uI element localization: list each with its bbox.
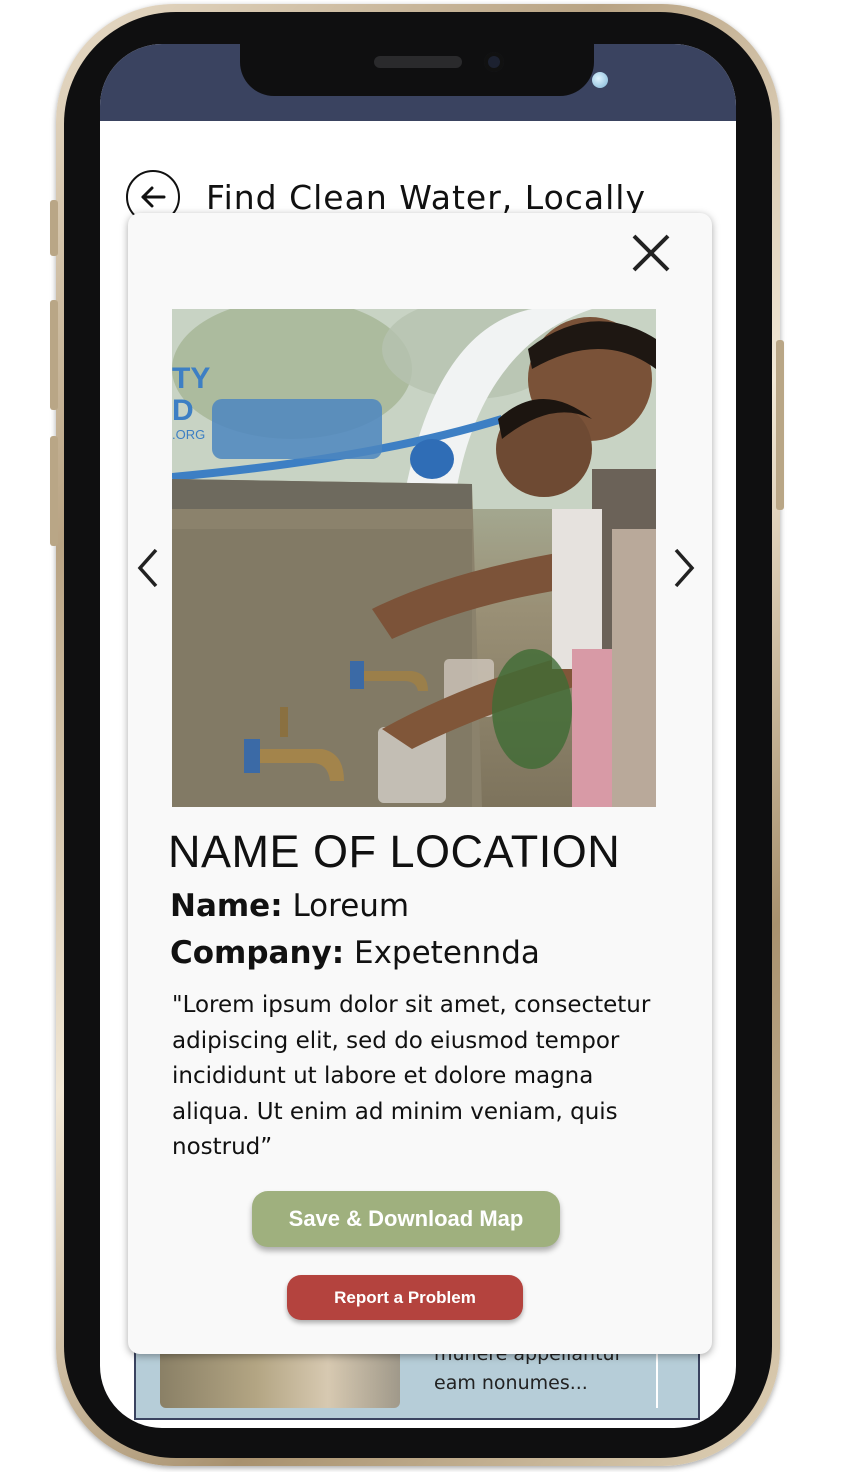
location-company-row: Company: Expetennda [170, 935, 540, 971]
watermark-line-1: TY [172, 362, 211, 395]
phone-power-button [776, 340, 784, 510]
phone-volume-up [50, 300, 58, 410]
front-camera-icon [484, 52, 504, 72]
list-card-divider [656, 1346, 658, 1408]
location-description: "Lorem ipsum dolor sit amet, consectetur… [172, 992, 651, 1160]
phone-volume-down [50, 436, 58, 546]
report-problem-button[interactable]: Report a Problem [287, 1275, 523, 1320]
watermark-line-3: .ORG [172, 427, 206, 442]
chevron-left-icon[interactable] [132, 546, 162, 590]
phone-side-button [50, 200, 58, 256]
water-tap-photo [172, 309, 656, 807]
company-label: Company: [170, 935, 345, 971]
phone-notch [240, 44, 594, 96]
chevron-right-icon[interactable] [670, 546, 700, 590]
location-name-row: Name: Loreum [170, 888, 409, 924]
save-download-map-button[interactable]: Save & Download Map [252, 1191, 560, 1247]
close-icon[interactable] [630, 232, 672, 274]
name-value: Loreum [292, 888, 410, 924]
location-title: NAME OF LOCATION [168, 826, 621, 877]
page-title: Find Clean Water, Locally [206, 178, 646, 217]
company-value: Expetennda [354, 935, 540, 971]
arrow-left-icon [141, 186, 166, 208]
speaker-grille [374, 56, 462, 68]
name-label: Name: [170, 888, 283, 924]
photo-watermark: TY D .ORG [172, 363, 210, 443]
location-photo: TY D .ORG [172, 309, 656, 807]
watermark-line-2: D [172, 394, 194, 427]
status-indicator-icon [592, 72, 608, 88]
